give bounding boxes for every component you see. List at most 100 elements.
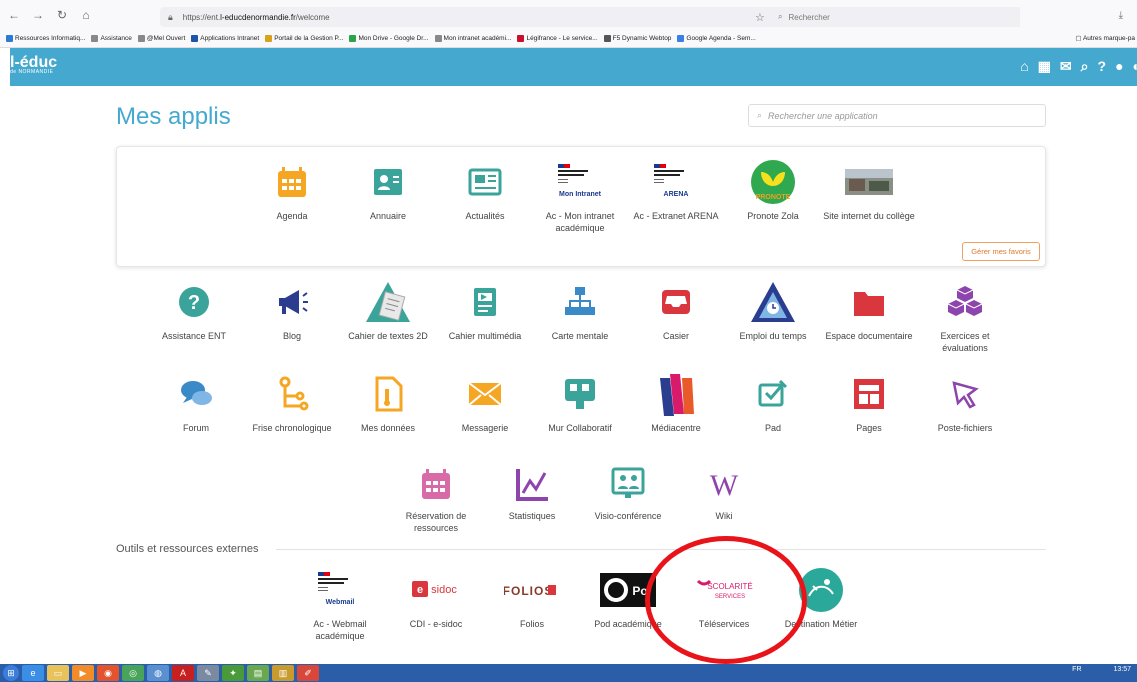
app-tile[interactable]: Mes données — [340, 370, 436, 434]
media-icon[interactable]: ▶ — [72, 665, 94, 681]
app-tile[interactable]: Annuaire — [340, 158, 436, 222]
app-tile-label: Messagerie — [461, 423, 509, 433]
app-tile[interactable]: FOLIOS Folios — [484, 566, 580, 630]
bookmark-item[interactable]: Mon intranet académi... — [434, 35, 511, 42]
app-tile[interactable]: Casier — [628, 278, 724, 342]
app-tile[interactable]: Emploi du temps — [725, 278, 821, 342]
url-bar[interactable]: 🔒︎ https://ent.l-educdenormandie.fr/welc… — [160, 7, 1020, 27]
megaphone-icon — [244, 278, 340, 326]
app-tile[interactable]: Messagerie — [437, 370, 533, 434]
app-tile-label: Blog — [282, 331, 301, 341]
app-tile[interactable]: Pad — [725, 370, 821, 434]
app-tile-label: Actualités — [465, 211, 505, 221]
svg-text:Webmail: Webmail — [326, 599, 355, 606]
app-tile[interactable]: Poste-fichiers — [917, 370, 1013, 434]
app-tile[interactable]: Espace documentaire — [821, 278, 917, 342]
app-tile[interactable]: Cahier de textes 2D — [340, 278, 436, 342]
svg-text:Mon Intranet: Mon Intranet — [559, 191, 602, 198]
app-search-input[interactable]: ⌕ Rechercher une application — [748, 104, 1046, 127]
svg-text:FOLIOS: FOLIOS — [504, 584, 553, 598]
app-tile[interactable]: Exercices et évaluations — [917, 278, 1013, 354]
academie-logo-icon: Webmail — [292, 566, 388, 614]
home-icon[interactable]: ⌂ — [76, 8, 96, 22]
app-tile[interactable]: ? Assistance ENT — [146, 278, 242, 342]
app-tile[interactable]: Actualités — [437, 158, 533, 222]
bookmark-item[interactable]: Applications Intranet — [191, 35, 259, 42]
timeline-icon — [244, 370, 340, 418]
bookmark-item[interactable]: Ressources Informatiq... — [6, 35, 85, 42]
app-tile[interactable]: Frise chronologique — [244, 370, 340, 434]
app-tile[interactable]: Statistiques — [484, 462, 580, 522]
app-tile[interactable]: Mon Intranet Ac - Mon intranet académique — [532, 158, 628, 234]
website-thumbnail-icon — [821, 158, 917, 206]
firefox-icon[interactable]: ◉ — [97, 665, 119, 681]
chat-bubbles-icon — [148, 370, 244, 418]
app-tile[interactable]: Forum — [148, 370, 244, 434]
chart-app-icon[interactable]: ▥ — [272, 665, 294, 681]
app-tile[interactable]: Carte mentale — [532, 278, 628, 342]
mail-icon[interactable]: ✉ — [1060, 58, 1072, 75]
explorer-icon[interactable]: ▭ — [47, 665, 69, 681]
tool-icon[interactable]: ✎ — [197, 665, 219, 681]
back-icon[interactable]: ← — [4, 8, 24, 22]
app-tile-label: Folios — [519, 619, 544, 629]
bookmark-item[interactable]: Mon Drive - Google Dr... — [349, 35, 429, 42]
app-tile[interactable]: PRONOTE Pronote Zola — [725, 158, 821, 222]
app-tile[interactable]: Cahier multimédia — [437, 278, 533, 342]
downloads-icon[interactable]: ⤓ — [1119, 10, 1123, 21]
bookmark-item[interactable]: Légifrance - Le service... — [517, 35, 598, 42]
other-bookmarks[interactable]: ▢ Autres marque-pa — [1075, 34, 1135, 42]
header-actions: ⌂ ▦ ✉ ⌕ ? ● ◐ — [1020, 58, 1137, 75]
app-tile-label: Emploi du temps — [739, 331, 807, 341]
forward-icon[interactable]: → — [28, 8, 48, 22]
logout-icon[interactable]: ◐ — [1133, 58, 1137, 75]
app-tile-label: Ac - Extranet ARENA — [633, 211, 719, 221]
start-icon[interactable]: ⊞ — [3, 665, 19, 681]
help-icon[interactable]: ? — [1098, 58, 1107, 75]
app-tile-label: Exercices et évaluations — [940, 331, 990, 353]
svg-text:ARENA: ARENA — [664, 191, 689, 198]
reload-icon[interactable]: ↻ — [52, 8, 72, 22]
search-icon[interactable]: ⌕ — [1081, 58, 1089, 75]
esidoc-icon: e sidoc — [388, 566, 484, 614]
app-tile[interactable]: Webmail Ac - Webmail académique — [292, 566, 388, 642]
app-icon[interactable]: ◍ — [147, 665, 169, 681]
user-icon[interactable]: ● — [1115, 58, 1123, 75]
lock-icon: 🔒︎ — [168, 11, 173, 22]
apps-grid-icon[interactable]: ▦ — [1038, 58, 1051, 75]
svg-text:?: ? — [188, 292, 200, 314]
app-tile[interactable]: Site internet du collège — [821, 158, 917, 222]
bookmark-item[interactable]: @Mel Ouvert — [137, 35, 185, 42]
bookmark-star-icon[interactable]: ☆ — [755, 11, 765, 24]
timetable-icon — [725, 278, 821, 326]
app-tile[interactable]: Mur Collaboratif — [532, 370, 628, 434]
app-tile[interactable]: Médiacentre — [628, 370, 724, 434]
bookmark-favicon-icon — [191, 35, 199, 42]
ie-icon[interactable]: e — [22, 665, 44, 681]
app-tile[interactable]: Pages — [821, 370, 917, 434]
app-tile-label: CDI - e-sidoc — [409, 619, 463, 629]
game-icon[interactable]: ✦ — [222, 665, 244, 681]
ent-logo[interactable]: l-éduc de NORMANDIE — [10, 54, 57, 75]
browser-search-input[interactable]: ⌕ Rechercher — [770, 7, 1020, 27]
app-tile[interactable]: Réservation de ressources — [388, 462, 484, 534]
home-icon[interactable]: ⌂ — [1020, 58, 1028, 75]
app-tile[interactable]: W Wiki — [676, 462, 772, 522]
contact-card-icon — [340, 158, 436, 206]
pdf-icon[interactable]: A — [172, 665, 194, 681]
app-tile[interactable]: e sidoc CDI - e-sidoc — [388, 566, 484, 630]
bookmark-item[interactable]: Google Agenda - Sem... — [677, 35, 756, 42]
app-tile[interactable]: Agenda — [244, 158, 340, 222]
external-tools-heading: Outils et ressources externes — [116, 543, 259, 555]
app-tile[interactable]: Blog — [244, 278, 340, 342]
page-title: Mes applis — [116, 103, 231, 130]
calc-icon[interactable]: ▤ — [247, 665, 269, 681]
chrome-icon[interactable]: ◎ — [122, 665, 144, 681]
bookmark-item[interactable]: F5 Dynamic Webtop — [603, 35, 671, 42]
app-tile[interactable]: Visio-conférence — [580, 462, 676, 522]
manage-favorites-button[interactable]: Gérer mes favoris — [962, 242, 1040, 261]
app-tile[interactable]: ARENA Ac - Extranet ARENA — [628, 158, 724, 222]
bookmark-item[interactable]: Assistance — [91, 35, 132, 42]
bookmark-item[interactable]: Portail de la Gestion P... — [265, 35, 343, 42]
paint-icon[interactable]: ✐ — [297, 665, 319, 681]
